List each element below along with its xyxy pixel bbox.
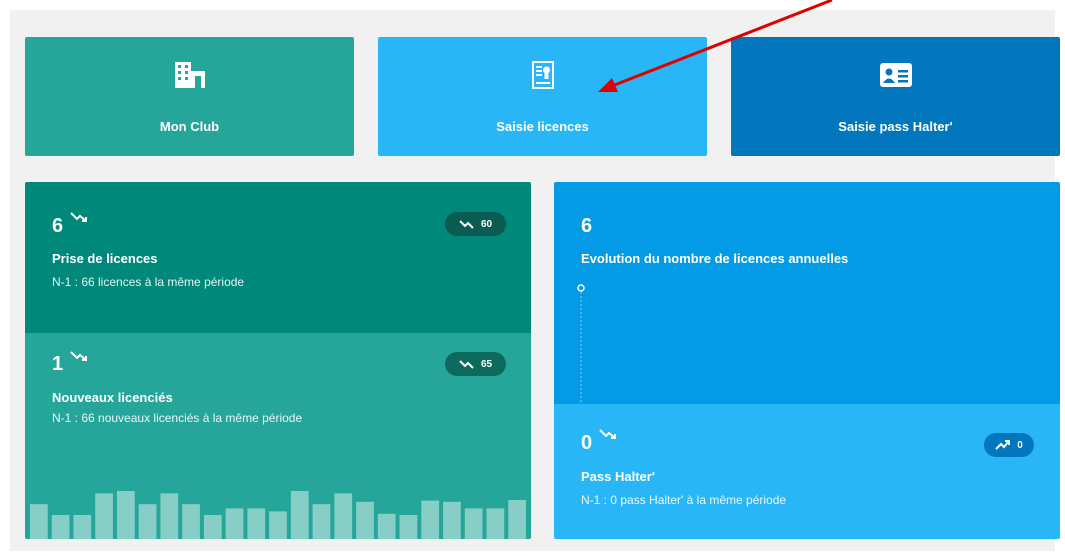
chart-bar xyxy=(269,511,287,539)
chart-bar xyxy=(182,504,200,539)
chart-bar xyxy=(377,513,396,539)
chart-bar xyxy=(464,508,483,539)
pass-badge: 0 xyxy=(984,433,1034,457)
evolution-count: 6 xyxy=(581,215,593,237)
trending-up-icon xyxy=(995,440,1011,450)
trending-down-icon xyxy=(459,220,474,229)
chart-bar xyxy=(138,504,157,539)
nouveaux-licencies-section: 1 Nouveaux licenciés N-1 : 66 nouveaux l… xyxy=(25,333,531,539)
licences-card: 6 Prise de licences N-1 : 66 licences à … xyxy=(25,182,531,539)
evolution-section: 6 Evolution du nombre de licences annuel… xyxy=(554,182,1060,404)
mon-club-label: Mon Club xyxy=(159,119,220,134)
chart-bar xyxy=(225,508,244,539)
evolution-title: Evolution du nombre de licences annuelle… xyxy=(581,251,849,266)
saisie-licences-tile[interactable]: Saisie licences xyxy=(378,37,707,156)
nouveaux-title: Nouveaux licenciés xyxy=(52,390,173,405)
chart-bar xyxy=(486,508,505,539)
licences-count: 6 xyxy=(52,215,64,237)
pass-count: 0 xyxy=(581,432,593,454)
chart-bar xyxy=(334,493,353,539)
license-document-icon xyxy=(531,61,554,89)
pass-badge-value: 0 xyxy=(1017,439,1023,451)
chart-bar xyxy=(247,508,266,539)
licences-badge: 60 xyxy=(445,212,506,236)
trending-down-icon xyxy=(70,351,87,361)
evolution-line-chart xyxy=(577,284,585,404)
chart-bar xyxy=(290,491,309,539)
chart-bar xyxy=(160,493,179,539)
chart-bar xyxy=(312,504,331,539)
chart-bar xyxy=(399,515,418,539)
saisie-pass-halter-label: Saisie pass Halter' xyxy=(838,119,953,134)
mon-club-tile[interactable]: Mon Club xyxy=(25,37,354,156)
trending-down-icon xyxy=(459,360,474,369)
pass-title: Pass Halter' xyxy=(581,469,655,484)
evolution-card: 6 Evolution du nombre de licences annuel… xyxy=(554,182,1060,539)
prise-de-licences-section: 6 Prise de licences N-1 : 66 licences à … xyxy=(25,182,531,333)
id-card-icon xyxy=(879,61,912,89)
nouveaux-badge-value: 65 xyxy=(480,358,493,370)
evolution-data-point xyxy=(577,284,585,292)
saisie-pass-halter-tile[interactable]: Saisie pass Halter' xyxy=(731,37,1060,156)
saisie-licences-label: Saisie licences xyxy=(496,119,589,134)
licences-subtitle: N-1 : 66 licences à la même période xyxy=(52,275,245,289)
chart-bar xyxy=(30,504,48,539)
chart-bar xyxy=(443,501,461,539)
chart-bar xyxy=(73,515,92,539)
nouveaux-bar-chart xyxy=(30,491,526,539)
chart-bar xyxy=(508,500,526,539)
chart-bar xyxy=(203,515,222,539)
licences-title: Prise de licences xyxy=(52,251,158,266)
chart-bar xyxy=(51,515,70,539)
nouveaux-count: 1 xyxy=(52,353,64,375)
trending-down-icon xyxy=(70,212,87,222)
chart-bar xyxy=(356,501,374,539)
licences-badge-value: 60 xyxy=(480,218,493,230)
chart-bar xyxy=(95,493,113,539)
chart-bar xyxy=(421,500,440,539)
building-icon xyxy=(173,61,207,89)
trending-down-icon xyxy=(599,429,616,439)
pass-subtitle: N-1 : 0 pass Halter' à la même période xyxy=(581,493,787,507)
pass-halter-section: 0 Pass Halter' N-1 : 0 pass Halter' à la… xyxy=(554,404,1060,539)
nouveaux-badge: 65 xyxy=(445,352,506,376)
chart-bar xyxy=(116,491,135,539)
